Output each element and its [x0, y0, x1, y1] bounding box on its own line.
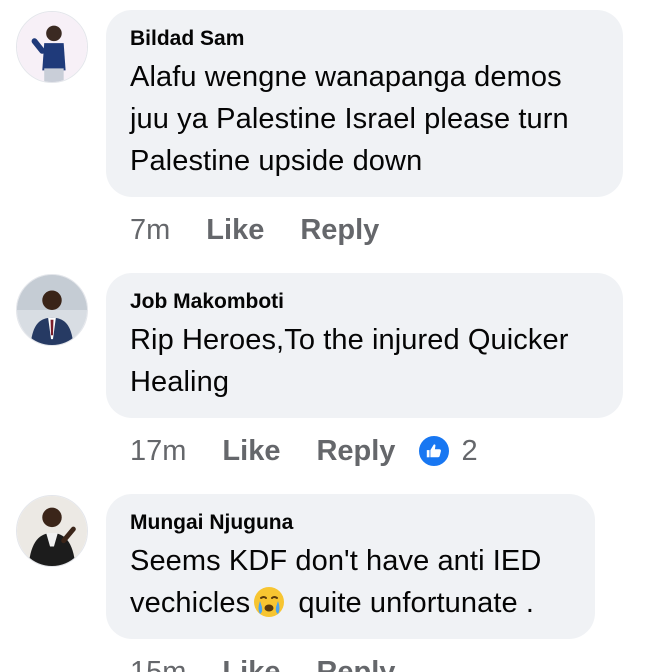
avatar[interactable] — [16, 495, 88, 567]
comment-text: Seems KDF don't have anti IED vechicles … — [130, 540, 571, 624]
comment-time[interactable]: 17m — [130, 435, 186, 468]
like-button[interactable]: Like — [222, 656, 280, 672]
comment-text: Alafu wengne wanapanga demos juu ya Pale… — [130, 61, 569, 177]
comment-actions: 17m Like Reply 2 — [130, 431, 478, 471]
reply-button[interactable]: Reply — [300, 214, 379, 247]
avatar-photo — [17, 496, 87, 566]
reply-button[interactable]: Reply — [316, 656, 395, 672]
reaction-count: 2 — [461, 434, 478, 467]
like-button[interactable]: Like — [206, 214, 264, 247]
comment-bubble: Mungai Njuguna Seems KDF don't have anti… — [106, 494, 595, 639]
comment-text: Rip Heroes,To the injured Quicker Healin… — [130, 324, 569, 398]
like-reaction-icon — [417, 434, 452, 468]
comment-author[interactable]: Job Makomboti — [130, 289, 599, 315]
like-button[interactable]: Like — [222, 435, 280, 468]
reaction-summary[interactable]: 2 — [417, 434, 478, 468]
avatar[interactable] — [16, 274, 88, 346]
comment-actions: 15m Like Reply — [130, 652, 431, 672]
comment-time[interactable]: 7m — [130, 214, 170, 247]
comments-feed: Bildad Sam Alafu wengne wanapanga demos … — [0, 0, 672, 672]
avatar[interactable] — [16, 11, 88, 83]
comment-actions: 7m Like Reply — [130, 210, 415, 250]
comment-author[interactable]: Mungai Njuguna — [130, 510, 571, 536]
comment-bubble: Job Makomboti Rip Heroes,To the injured … — [106, 273, 623, 418]
comment-bubble: Bildad Sam Alafu wengne wanapanga demos … — [106, 10, 623, 197]
comment-time[interactable]: 15m — [130, 656, 186, 672]
comment-author[interactable]: Bildad Sam — [130, 26, 599, 52]
avatar-photo — [17, 12, 87, 82]
crying-face-emoji — [252, 585, 286, 619]
comment-text-part: quite unfortunate . — [290, 587, 535, 619]
avatar-photo — [17, 275, 87, 345]
reply-button[interactable]: Reply — [316, 435, 395, 468]
